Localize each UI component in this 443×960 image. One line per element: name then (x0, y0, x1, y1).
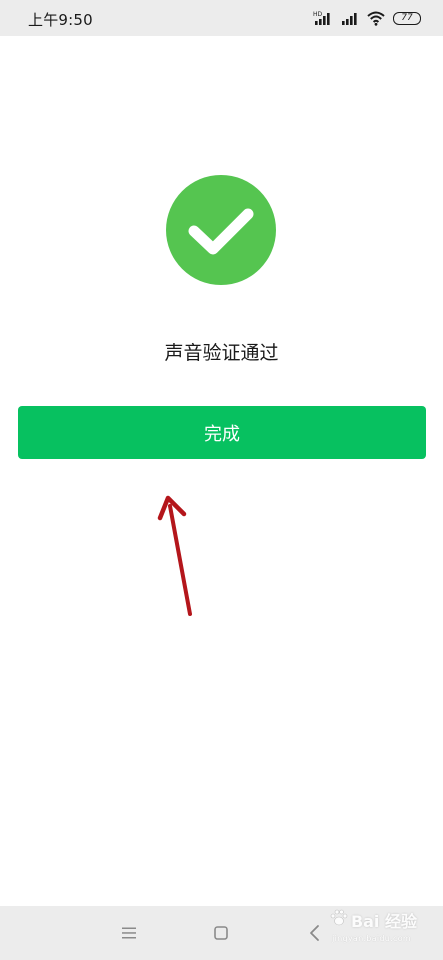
hd-signal-icon: HD (313, 10, 333, 26)
battery-level: 77 (401, 12, 413, 23)
menu-icon[interactable] (104, 906, 154, 960)
status-time: 上午9:50 (28, 11, 93, 29)
svg-text:HD: HD (313, 11, 323, 18)
home-icon[interactable] (196, 906, 246, 960)
paw-icon (329, 908, 349, 932)
verification-result-title: 声音验证通过 (164, 342, 279, 364)
battery-icon: 77 (393, 11, 421, 25)
status-icons: HD 77 (313, 9, 421, 27)
watermark-text: Bai 经验 (350, 912, 417, 931)
signal-icon (341, 10, 359, 26)
voice-verification-screen: 上午9:50 HD 77 声音验证通过 完成 Bai 经验 jingyan.ba… (0, 0, 443, 960)
annotation-arrow (150, 490, 210, 624)
status-bar: 上午9:50 HD 77 (0, 0, 443, 36)
watermark-subtext: jingyan.baidu.com (332, 934, 411, 943)
baidu-jingyan-watermark: Bai 经验 (329, 908, 417, 932)
done-button[interactable]: 完成 (18, 406, 426, 459)
wifi-icon (367, 11, 385, 26)
checkmark-circle-icon (166, 175, 276, 285)
